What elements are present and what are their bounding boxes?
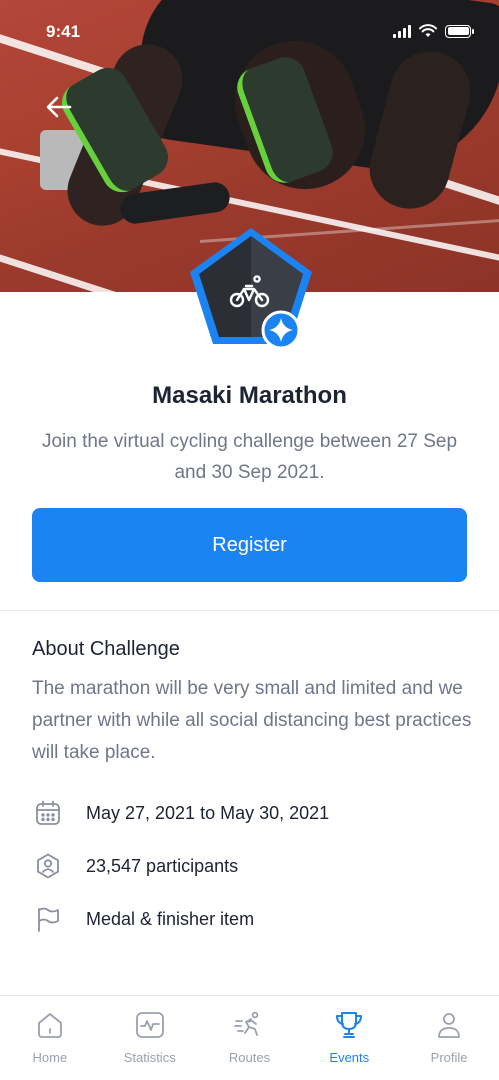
nav-item-routes[interactable]: Routes bbox=[200, 996, 300, 1080]
nav-label-statistics: Statistics bbox=[123, 1050, 176, 1065]
nav-item-events[interactable]: Events bbox=[299, 996, 399, 1080]
register-button[interactable]: Register bbox=[32, 508, 467, 582]
nav-item-home[interactable]: Home bbox=[0, 996, 100, 1080]
arrow-left-icon bbox=[46, 96, 72, 118]
about-text: The marathon will be very small and limi… bbox=[32, 678, 472, 763]
back-button[interactable] bbox=[42, 90, 76, 124]
calendar-icon bbox=[32, 797, 64, 829]
status-time: 9:41 bbox=[46, 22, 81, 41]
info-row-medal: Medal & finisher item bbox=[32, 903, 254, 935]
wifi-icon bbox=[419, 24, 437, 37]
nav-item-profile[interactable]: Profile bbox=[399, 996, 499, 1080]
routes-icon bbox=[232, 1008, 266, 1042]
info-participants-text: 23,547 participants bbox=[86, 855, 239, 876]
nav-label-events: Events bbox=[329, 1050, 370, 1065]
event-subtitle: Join the virtual cycling challenge betwe… bbox=[41, 431, 458, 483]
info-date-text: May 27, 2021 to May 30, 2021 bbox=[86, 802, 330, 823]
info-medal-text: Medal & finisher item bbox=[86, 908, 255, 929]
sparkle-icon bbox=[261, 310, 301, 350]
battery-icon bbox=[445, 24, 474, 38]
flag-icon bbox=[32, 903, 64, 935]
about-title: About Challenge bbox=[32, 638, 180, 660]
challenge-badge bbox=[190, 228, 312, 350]
nav-label-profile: Profile bbox=[430, 1050, 468, 1065]
nav-label-home: Home bbox=[32, 1050, 68, 1065]
profile-icon bbox=[432, 1008, 466, 1042]
event-title: Masaki Marathon bbox=[152, 382, 347, 409]
trophy-icon bbox=[332, 1008, 366, 1042]
status-icons bbox=[393, 24, 474, 38]
info-row-participants: 23,547 participants bbox=[32, 850, 238, 882]
statistics-icon bbox=[133, 1008, 167, 1042]
participants-icon bbox=[32, 850, 64, 882]
info-row-date: May 27, 2021 to May 30, 2021 bbox=[32, 797, 329, 829]
section-divider bbox=[0, 610, 499, 611]
signal-icon bbox=[393, 24, 411, 38]
status-bar: 9:41 bbox=[0, 0, 499, 62]
home-icon bbox=[33, 1008, 67, 1042]
nav-item-statistics[interactable]: Statistics bbox=[100, 996, 200, 1080]
nav-label-routes: Routes bbox=[228, 1050, 271, 1065]
bottom-nav: Home Statistics Routes Events Profile bbox=[0, 995, 499, 1080]
